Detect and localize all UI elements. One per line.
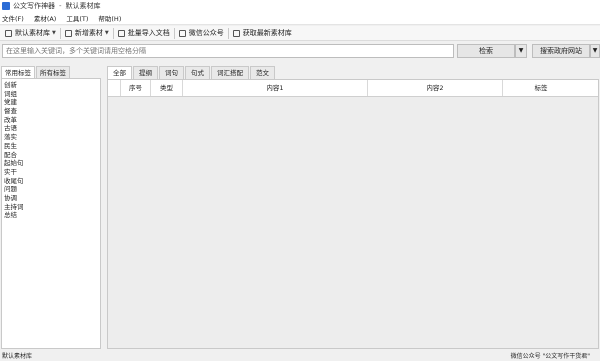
status-wechat: 微信公众号 "公文写作干货君" bbox=[510, 353, 590, 360]
tag-list: 创新 词组 党建 督查 改革 古语 落实 民生 配合 起始句 实干 收尾句 问题… bbox=[1, 78, 101, 349]
column-header-content2[interactable]: 内容2 bbox=[368, 80, 503, 96]
column-header-type[interactable]: 类型 bbox=[151, 80, 183, 96]
tag-item[interactable]: 收尾句 bbox=[2, 177, 100, 186]
row-selector-header bbox=[108, 80, 121, 96]
new-material-button[interactable]: 新增素材 ▼ bbox=[62, 27, 112, 39]
tab-word-collocations[interactable]: 词汇搭配 bbox=[211, 66, 249, 79]
wechat-account-label: 微信公众号 bbox=[188, 29, 224, 37]
tab-sentence-patterns[interactable]: 句式 bbox=[185, 66, 210, 79]
material-tabs: 全部 提纲 词句 句式 词汇搭配 范文 bbox=[107, 66, 599, 79]
gov-search-dropdown-button[interactable]: ▼ bbox=[590, 44, 600, 58]
grid-header: 序号 类型 内容1 内容2 标签 bbox=[108, 80, 598, 97]
home-icon bbox=[178, 29, 186, 37]
chevron-down-icon: ▼ bbox=[104, 30, 109, 36]
app-title: 公文写作神器 bbox=[13, 2, 55, 10]
new-material-label: 新增素材 bbox=[74, 29, 103, 37]
tab-sample-essays[interactable]: 范文 bbox=[250, 66, 275, 79]
tab-common-tags[interactable]: 常用标签 bbox=[1, 66, 35, 78]
status-library: 默认素材库 bbox=[2, 353, 33, 360]
menu-material[interactable]: 素材(A) bbox=[34, 13, 57, 23]
tab-all[interactable]: 全部 bbox=[107, 66, 132, 79]
tab-outline[interactable]: 提纲 bbox=[133, 66, 158, 79]
tag-item[interactable]: 督查 bbox=[2, 107, 100, 116]
default-library-label: 默认素材库 bbox=[15, 29, 50, 37]
tab-phrases[interactable]: 词句 bbox=[159, 66, 184, 79]
menu-tools[interactable]: 工具(T) bbox=[66, 13, 88, 23]
batch-import-label: 批量导入文档 bbox=[127, 29, 170, 37]
search-dropdown-button[interactable]: ▼ bbox=[515, 44, 527, 58]
chevron-down-icon: ▼ bbox=[52, 30, 56, 36]
search-bar: 检索 ▼ 搜索政府网站 ▼ bbox=[0, 43, 600, 59]
tag-item[interactable]: 配合 bbox=[2, 151, 100, 160]
get-latest-library-label: 获取最新素材库 bbox=[242, 29, 292, 37]
material-grid: 序号 类型 内容1 内容2 标签 bbox=[107, 79, 599, 349]
wechat-account-button[interactable]: 微信公众号 bbox=[176, 27, 227, 39]
toolbar-divider bbox=[227, 27, 229, 39]
tag-item[interactable]: 总结 bbox=[2, 211, 100, 220]
app-icon bbox=[2, 2, 10, 10]
tag-item[interactable]: 起始句 bbox=[2, 159, 100, 168]
menu-bar: 文件(F) 素材(A) 工具(T) 帮助(H) bbox=[0, 12, 600, 25]
tag-item[interactable]: 党建 bbox=[2, 98, 100, 107]
tag-item[interactable]: 创新 bbox=[2, 81, 100, 90]
title-bar: 公文写作神器 - 默认素材库 bbox=[0, 0, 600, 12]
default-library-button[interactable]: 默认素材库 ▼ bbox=[2, 27, 59, 39]
column-header-tags[interactable]: 标签 bbox=[503, 80, 579, 96]
toolbar-divider bbox=[112, 27, 114, 39]
tag-item[interactable]: 民生 bbox=[2, 142, 100, 151]
batch-import-button[interactable]: 批量导入文档 bbox=[115, 27, 173, 39]
menu-file[interactable]: 文件(F) bbox=[2, 13, 24, 23]
column-header-content1[interactable]: 内容1 bbox=[183, 80, 368, 96]
document-icon bbox=[64, 29, 72, 37]
tag-panel: 常用标签 所有标签 创新 词组 党建 督查 改革 古语 落实 民生 配合 起始句… bbox=[1, 66, 101, 349]
tag-item[interactable]: 主持词 bbox=[2, 203, 100, 212]
import-icon bbox=[117, 29, 125, 37]
download-icon bbox=[232, 29, 240, 37]
tag-item[interactable]: 问题 bbox=[2, 185, 100, 194]
get-latest-library-button[interactable]: 获取最新素材库 bbox=[230, 27, 295, 39]
tag-item[interactable]: 协调 bbox=[2, 194, 100, 203]
library-icon bbox=[5, 29, 12, 37]
document-title: 默认素材库 bbox=[65, 2, 101, 10]
tab-all-tags[interactable]: 所有标签 bbox=[36, 66, 70, 78]
tag-item[interactable]: 落实 bbox=[2, 133, 100, 142]
toolbar-divider bbox=[59, 27, 61, 39]
toolbar: 默认素材库 ▼ 新增素材 ▼ 批量导入文档 微信公众号 获取最新素材库 bbox=[0, 26, 600, 41]
tag-item[interactable]: 实干 bbox=[2, 168, 100, 177]
tag-tabs: 常用标签 所有标签 bbox=[1, 66, 101, 78]
status-bar: 默认素材库 微信公众号 "公文写作干货君" bbox=[0, 352, 600, 361]
material-panel: 全部 提纲 词句 句式 词汇搭配 范文 序号 类型 内容1 内容2 标签 bbox=[107, 66, 599, 349]
title-separator: - bbox=[59, 2, 62, 10]
gov-search-button[interactable]: 搜索政府网站 bbox=[532, 44, 590, 58]
search-button[interactable]: 检索 bbox=[457, 44, 515, 58]
toolbar-divider bbox=[173, 27, 175, 39]
search-input[interactable] bbox=[2, 44, 454, 58]
column-header-index[interactable]: 序号 bbox=[121, 80, 151, 96]
menu-help[interactable]: 帮助(H) bbox=[98, 13, 121, 23]
tag-item[interactable]: 古语 bbox=[2, 124, 100, 133]
